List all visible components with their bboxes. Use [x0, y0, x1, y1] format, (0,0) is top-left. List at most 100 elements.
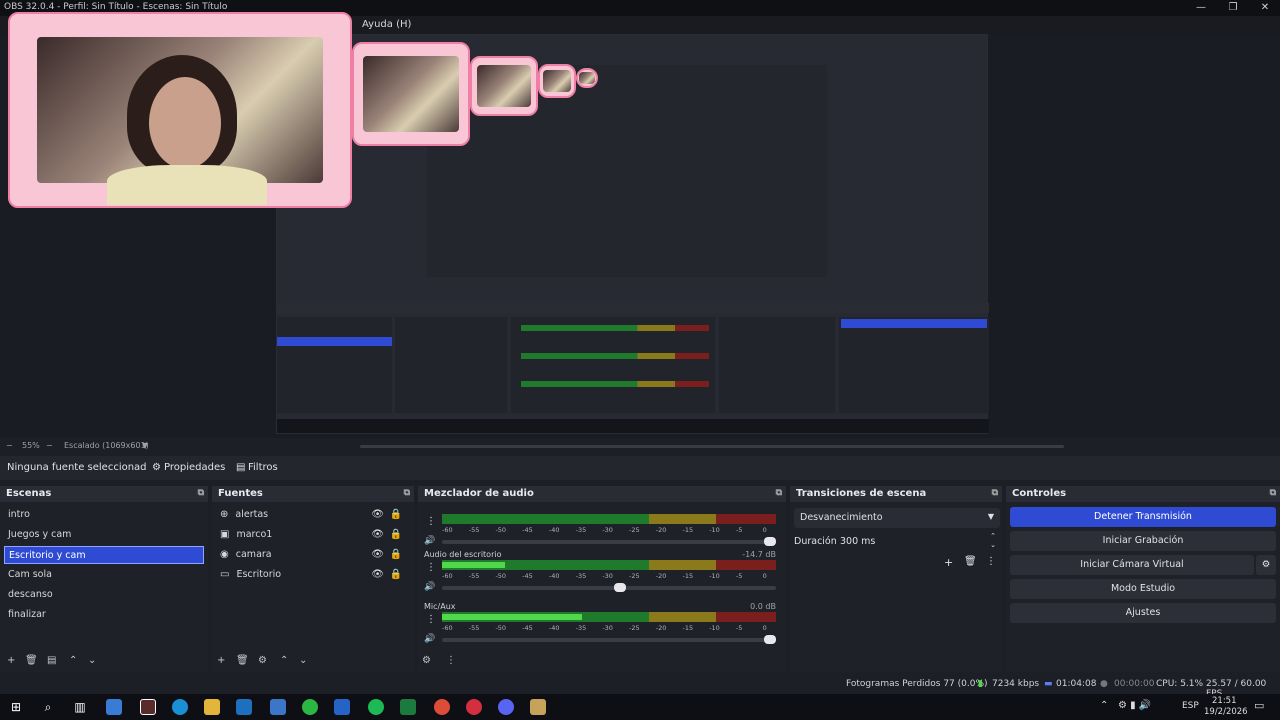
source-item-escritorio[interactable]: ▭ Escritorio 👁 🔒 — [216, 566, 410, 584]
notification-icon[interactable]: ▭ — [1254, 699, 1264, 712]
horizontal-scrollbar[interactable] — [360, 445, 1064, 448]
trash-icon[interactable]: 🗑 — [25, 655, 38, 666]
lock-icon[interactable]: 🔒 — [390, 529, 402, 540]
notes-icon[interactable] — [530, 699, 546, 715]
virtual-camera-settings-icon[interactable]: ⚙ — [1256, 555, 1276, 575]
tray-icons[interactable]: ⚙ ▮ 🔊 — [1118, 700, 1151, 711]
scene-item[interactable]: descanso — [4, 586, 204, 604]
stepper-icon[interactable]: ⌃ ⌄ — [990, 532, 996, 550]
volume-knob[interactable] — [764, 635, 776, 644]
menu-help[interactable]: Ayuda (H) — [362, 19, 411, 30]
volume-knob[interactable] — [613, 583, 626, 592]
volume-knob[interactable] — [764, 537, 776, 546]
eye-icon[interactable]: 👁 — [371, 509, 384, 520]
filters-button[interactable]: Filtros — [248, 462, 278, 473]
undock-icon[interactable]: ⧉ — [992, 488, 998, 498]
transition-select[interactable]: Desvanecimiento ▼ — [794, 508, 1000, 528]
speaker-icon[interactable]: 🔊 — [424, 582, 435, 592]
move-up-icon[interactable]: ⌃ — [69, 655, 77, 666]
mixer-settings-icon[interactable]: ⚙ — [422, 655, 431, 666]
add-scene-icon[interactable]: + — [7, 655, 15, 666]
mixer-header: Mezclador de audio ⧉ — [418, 486, 786, 502]
chrome-icon[interactable] — [434, 699, 450, 715]
restore-button[interactable]: ❐ — [1218, 0, 1248, 16]
mail-icon[interactable] — [236, 699, 252, 715]
eye-icon[interactable]: 👁 — [371, 569, 384, 580]
stop-streaming-button[interactable]: Detener Transmisión — [1010, 507, 1276, 527]
undock-icon[interactable]: ⧉ — [1270, 488, 1276, 498]
start-virtual-camera-button[interactable]: Iniciar Cámara Virtual — [1010, 555, 1254, 575]
file-explorer-icon[interactable] — [204, 699, 220, 715]
eye-icon[interactable]: 👁 — [371, 529, 384, 540]
clock-time[interactable]: 21:51 — [1212, 696, 1237, 706]
volume-slider[interactable] — [442, 537, 776, 546]
close-button[interactable]: ✕ — [1250, 0, 1280, 16]
scene-item[interactable]: intro — [4, 506, 204, 524]
scaling-dropdown-icon[interactable]: ▼ — [142, 441, 148, 450]
scene-item[interactable]: Juegos y cam — [4, 526, 204, 544]
eye-icon[interactable]: 👁 — [371, 549, 384, 560]
meter-tick-label: -40 — [548, 526, 560, 534]
calculator-icon[interactable] — [270, 699, 286, 715]
more-icon[interactable]: ⋮ — [986, 556, 996, 567]
zoom-in-icon[interactable]: − — [46, 441, 53, 450]
gear-icon[interactable]: ⚙ — [258, 655, 267, 666]
more-icon[interactable]: ⋮ — [426, 516, 436, 527]
media-player-icon[interactable] — [466, 699, 482, 715]
copilot-icon[interactable] — [106, 699, 122, 715]
studio-mode-button[interactable]: Modo Estudio — [1010, 579, 1276, 599]
volume-slider[interactable] — [442, 583, 776, 592]
add-transition-icon[interactable]: + — [944, 556, 953, 569]
speaker-icon[interactable]: 🔊 — [424, 634, 435, 644]
tray-chevron-icon[interactable]: ⌃ — [1100, 700, 1108, 711]
meter-tick-label: -15 — [682, 624, 694, 632]
channel-name: Audio del escritorio — [424, 550, 502, 559]
whatsapp-icon[interactable] — [302, 699, 318, 715]
undock-icon[interactable]: ⧉ — [198, 488, 204, 498]
lock-icon[interactable]: 🔒 — [390, 549, 402, 560]
add-source-icon[interactable]: + — [217, 655, 225, 666]
more-icon[interactable]: ⋮ — [446, 655, 456, 666]
start-recording-button[interactable]: Iniciar Grabación — [1010, 531, 1276, 551]
discord-icon[interactable] — [498, 699, 514, 715]
properties-button[interactable]: Propiedades — [164, 462, 225, 473]
edge-icon[interactable] — [172, 699, 188, 715]
source-item-marco1[interactable]: ▣ marco1 👁 🔒 — [216, 526, 410, 544]
excel-icon[interactable] — [400, 699, 416, 715]
speaker-icon[interactable]: 🔊 — [424, 536, 435, 546]
preview-canvas[interactable] — [0, 12, 1280, 438]
filter-icon[interactable]: ▤ — [236, 462, 245, 473]
trash-icon[interactable]: 🗑 — [236, 655, 249, 666]
word-icon[interactable] — [334, 699, 350, 715]
undock-icon[interactable]: ⧉ — [404, 488, 410, 498]
undock-icon[interactable]: ⧉ — [776, 488, 782, 498]
minimize-button[interactable]: — — [1186, 0, 1216, 16]
stream-icon: ▬ — [1044, 679, 1053, 689]
move-down-icon[interactable]: ⌄ — [88, 655, 96, 666]
zoom-out-icon[interactable]: − — [6, 441, 13, 450]
volume-slider[interactable] — [442, 635, 776, 644]
trash-icon[interactable]: 🗑 — [964, 556, 977, 567]
settings-button[interactable]: Ajustes — [1010, 603, 1276, 623]
language-indicator[interactable]: ESP — [1182, 701, 1199, 711]
lock-icon[interactable]: 🔒 — [390, 509, 402, 520]
filter-icon[interactable]: ▤ — [47, 655, 56, 666]
source-item-camara[interactable]: ◉ camara 👁 🔒 — [216, 546, 410, 564]
move-up-icon[interactable]: ⌃ — [280, 655, 288, 666]
clock-date[interactable]: 19/2/2026 — [1204, 707, 1248, 717]
more-icon[interactable]: ⋮ — [426, 614, 436, 625]
task-view-icon[interactable]: ▥ — [72, 699, 88, 715]
duration-input[interactable]: 300 ms ⌃ ⌄ — [836, 532, 1000, 552]
spotify-icon[interactable] — [368, 699, 384, 715]
lock-icon[interactable]: 🔒 — [390, 569, 402, 580]
search-icon[interactable]: ⌕ — [40, 699, 56, 715]
gear-icon[interactable]: ⚙ — [152, 462, 161, 473]
obs-app-icon[interactable] — [140, 699, 156, 715]
scene-item[interactable]: Cam sola — [4, 566, 204, 584]
source-item-alertas[interactable]: ⊕ alertas 👁 🔒 — [216, 506, 410, 524]
move-down-icon[interactable]: ⌄ — [299, 655, 307, 666]
scene-item[interactable]: finalizar — [4, 606, 204, 624]
more-icon[interactable]: ⋮ — [426, 562, 436, 573]
start-menu-icon[interactable]: ⊞ — [8, 699, 24, 715]
scene-item-selected[interactable]: Escritorio y cam — [4, 546, 204, 564]
